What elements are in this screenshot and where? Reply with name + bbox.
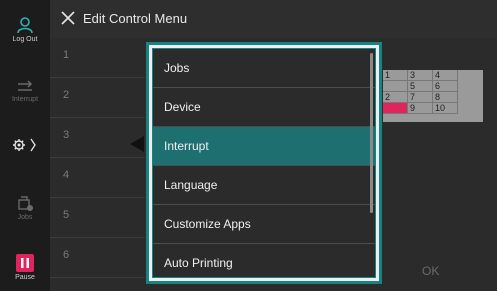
preview-cell: 7 — [407, 91, 433, 103]
jobs-button[interactable]: Jobs — [0, 196, 50, 221]
position-number: 5 — [63, 209, 70, 221]
menu-item-jobs[interactable]: Jobs — [153, 49, 375, 88]
position-row[interactable]: 4 — [50, 158, 145, 198]
preview-grid: 134 56 278 9 10 — [383, 70, 458, 114]
user-logout-icon — [17, 17, 33, 34]
position-list: 1 2 3 4 5 6 — [50, 38, 145, 291]
preview-cell: 3 — [407, 70, 433, 81]
page-title: Edit Control Menu — [83, 11, 188, 26]
interrupt-button[interactable]: Interrupt — [0, 80, 50, 103]
control-menu-dropdown: Jobs Device Interrupt Language Customize… — [146, 42, 382, 284]
layout-preview: 134 56 278 9 10 — [383, 70, 483, 122]
menu-item-customize-apps[interactable]: Customize Apps — [153, 205, 375, 244]
preview-cell: 8 — [432, 91, 458, 103]
menu-item-device[interactable]: Device — [153, 88, 375, 127]
menu-item-language[interactable]: Language — [153, 166, 375, 205]
jobs-label: Jobs — [17, 214, 33, 221]
preview-cell: 6 — [432, 80, 458, 92]
interrupt-icon — [18, 80, 33, 91]
preview-cell: 5 — [407, 80, 433, 92]
position-row[interactable]: 5 — [50, 198, 145, 238]
left-sidebar: Log Out Interrupt Jobs Pause — [0, 0, 50, 291]
position-number: 2 — [63, 89, 70, 101]
close-icon[interactable] — [60, 10, 76, 26]
ok-button[interactable]: OK — [422, 264, 439, 278]
settings-button[interactable] — [0, 138, 50, 152]
pause-button[interactable]: Pause — [0, 254, 50, 281]
logout-button[interactable]: Log Out — [0, 16, 50, 43]
position-number: 4 — [63, 169, 70, 181]
gear-chevron-icon — [13, 138, 36, 152]
title-bar: Edit Control Menu — [50, 0, 497, 38]
jobs-icon — [18, 196, 33, 211]
preview-cell: 4 — [432, 70, 458, 81]
logout-label: Log Out — [12, 36, 38, 43]
interrupt-label: Interrupt — [11, 96, 39, 103]
menu-item-auto-printing[interactable]: Auto Printing — [153, 244, 375, 277]
preview-cell-highlight — [383, 102, 408, 114]
position-number: 3 — [63, 129, 70, 141]
pointer-arrow-icon — [130, 136, 144, 152]
preview-cell: 9 — [407, 102, 433, 114]
preview-cell: 1 — [383, 70, 408, 81]
position-number: 1 — [63, 49, 70, 61]
preview-cell: 10 — [432, 102, 458, 114]
position-number: 6 — [63, 249, 70, 261]
pause-icon — [16, 254, 34, 272]
menu-list: Jobs Device Interrupt Language Customize… — [152, 48, 376, 278]
menu-item-interrupt[interactable]: Interrupt — [153, 127, 375, 166]
position-row[interactable]: 2 — [50, 78, 145, 118]
pause-label: Pause — [15, 274, 35, 281]
menu-scrollbar[interactable] — [370, 53, 373, 213]
position-row[interactable]: 6 — [50, 238, 145, 278]
preview-cell — [383, 80, 408, 92]
preview-cell: 2 — [383, 91, 408, 103]
position-row[interactable]: 1 — [50, 38, 145, 78]
